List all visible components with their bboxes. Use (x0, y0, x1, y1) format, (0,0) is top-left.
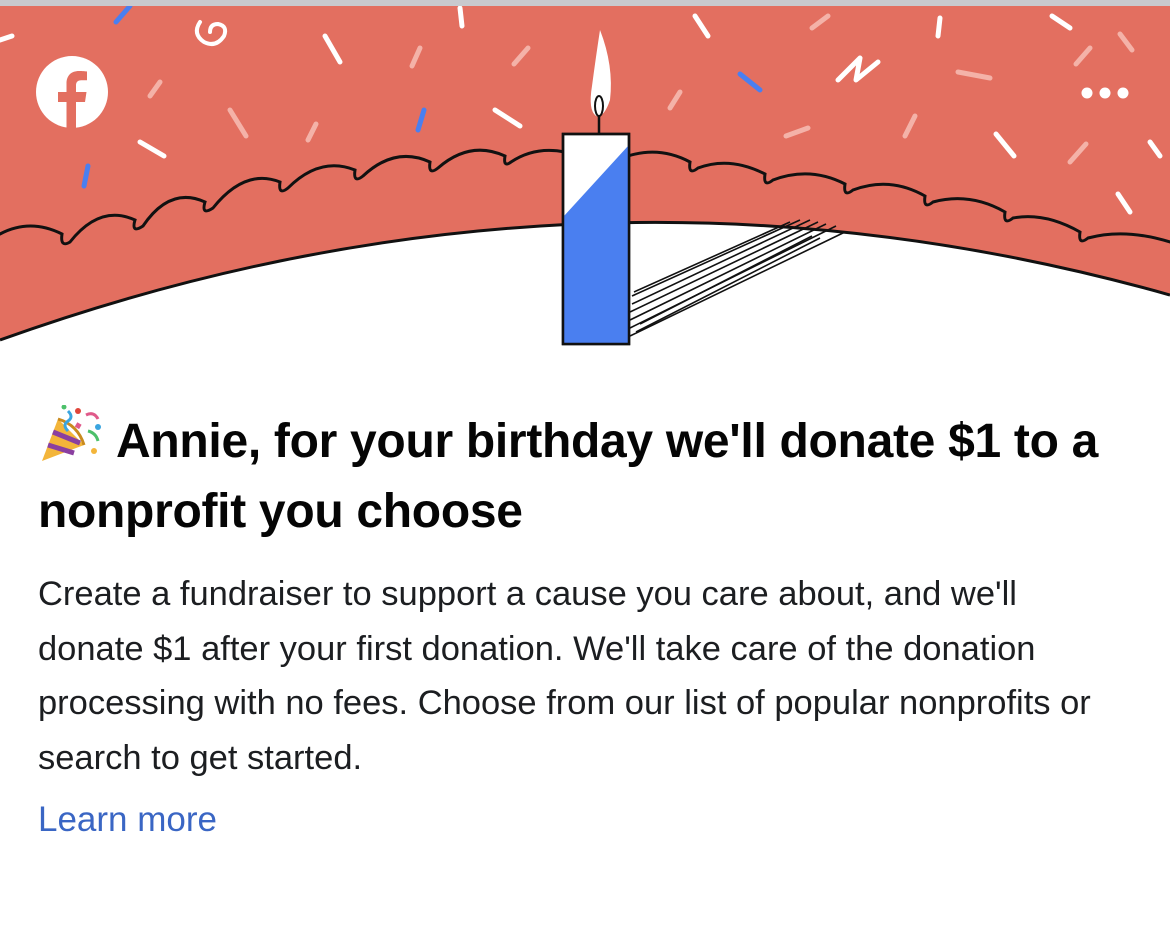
card-description: Create a fundraiser to support a cause y… (38, 575, 1091, 777)
more-options-icon[interactable] (1075, 76, 1135, 110)
card-title-text: Annie, for your birthday we'll donate $1… (38, 415, 1099, 538)
birthday-banner (0, 6, 1170, 350)
fundraiser-card: Annie, for your birthday we'll donate $1… (38, 405, 1138, 847)
facebook-logo-icon[interactable] (36, 56, 108, 128)
learn-more-link[interactable]: Learn more (38, 793, 217, 847)
card-title: Annie, for your birthday we'll donate $1… (38, 405, 1138, 547)
party-popper-icon (42, 405, 101, 461)
